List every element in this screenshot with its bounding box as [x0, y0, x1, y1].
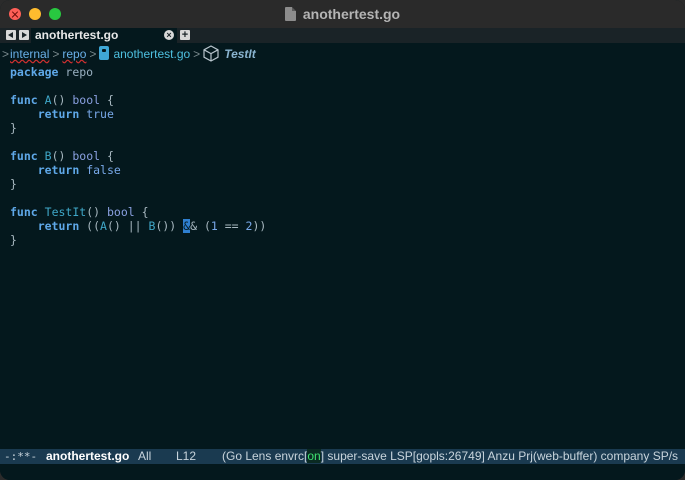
breadcrumb: >internal > repo > anothertest.go > TestIt [0, 44, 685, 64]
code-token: func [10, 205, 38, 219]
breadcrumb-separator: > [52, 47, 60, 61]
scroll-position: All [138, 449, 152, 463]
line-number: L12 [176, 449, 197, 463]
code-line[interactable]: return false [10, 163, 685, 177]
breadcrumb-item-file[interactable]: anothertest.go [113, 47, 190, 61]
code-token: false [86, 163, 121, 177]
tab-close-icon[interactable]: × [164, 30, 174, 40]
code-token: bool [106, 205, 135, 219]
code-token: } [10, 177, 17, 191]
go-file-icon [99, 46, 110, 60]
breadcrumb-item-symbol[interactable]: TestIt [224, 47, 256, 61]
code-token: () [51, 93, 73, 107]
code-token: func [10, 93, 38, 107]
code-line[interactable]: } [10, 177, 685, 191]
code-token: { [134, 205, 149, 219]
minor-modes: (Go Lens envrc[on] super-save LSP[gopls:… [222, 449, 678, 464]
mode-line: -:**- anothertest.go All L12 (Go Lens en… [0, 449, 685, 464]
tab-bar: anothertest.go × + [0, 28, 685, 43]
code-token: func [10, 149, 38, 163]
code-token: TestIt [44, 205, 87, 219]
code-token: true [86, 107, 114, 121]
code-line[interactable] [10, 79, 685, 93]
tab-scroll-right-icon[interactable] [19, 30, 29, 40]
code-token: (( [79, 219, 101, 233]
code-token: { [100, 149, 114, 163]
code-editor[interactable]: package repo func A() bool { return true}… [10, 65, 685, 247]
code-token: == [217, 219, 246, 233]
code-line[interactable]: return ((A() || B()) && (1 == 2)) [10, 219, 685, 233]
editor-window: anothertest.go anothertest.go × + >inter… [0, 0, 685, 480]
modes-suffix: ] super-save LSP[gopls:26749] Anzu Prj(w… [320, 449, 679, 463]
code-token: return [37, 219, 80, 233]
code-line[interactable] [10, 135, 685, 149]
window-title: anothertest.go [302, 6, 401, 22]
code-token: repo [65, 65, 94, 79]
minibuffer[interactable] [0, 464, 685, 480]
code-line[interactable] [10, 191, 685, 205]
code-token: 1 [210, 219, 218, 233]
code-line[interactable]: } [10, 233, 685, 247]
tab-anothertest-go[interactable]: anothertest.go × [31, 28, 177, 43]
code-token: () [51, 149, 73, 163]
code-token: package [10, 65, 59, 79]
tab-scroll-left-icon[interactable] [6, 30, 16, 40]
code-token: A [44, 93, 52, 107]
code-token: )) [252, 219, 267, 233]
code-line[interactable]: func TestIt() bool { [10, 205, 685, 219]
modified-indicator: -:**- [4, 450, 38, 463]
new-tab-icon[interactable]: + [180, 30, 190, 41]
window-title-group: anothertest.go [0, 6, 685, 24]
code-token: & ( [190, 219, 211, 233]
function-cube-icon [203, 45, 219, 62]
tab-label: anothertest.go [35, 28, 119, 42]
document-icon [284, 7, 296, 21]
code-line[interactable]: func B() bool { [10, 149, 685, 163]
code-token: } [10, 121, 17, 135]
buffer-name: anothertest.go [46, 449, 130, 463]
code-token: return [37, 163, 80, 177]
code-token: ()) [155, 219, 184, 233]
breadcrumb-separator: > [89, 47, 97, 61]
breadcrumb-item-internal[interactable]: internal [10, 47, 49, 61]
code-line[interactable]: func A() bool { [10, 93, 685, 107]
breadcrumb-separator: > [193, 47, 201, 61]
modes-prefix: (Go Lens envrc[ [222, 449, 308, 463]
code-token: } [10, 233, 17, 247]
code-token: () || [106, 219, 149, 233]
code-token: bool [72, 149, 101, 163]
code-token: { [100, 93, 114, 107]
code-token: return [37, 107, 80, 121]
code-line[interactable]: package repo [10, 65, 685, 79]
code-line[interactable]: return true [10, 107, 685, 121]
envrc-status-badge: on [307, 449, 321, 463]
code-line[interactable]: } [10, 121, 685, 135]
breadcrumb-separator: > [2, 47, 10, 61]
breadcrumb-item-repo[interactable]: repo [62, 47, 86, 61]
code-token: () [86, 205, 107, 219]
code-token: bool [72, 93, 101, 107]
title-bar: anothertest.go [0, 0, 685, 29]
code-token: B [44, 149, 52, 163]
code-token: A [100, 219, 107, 233]
